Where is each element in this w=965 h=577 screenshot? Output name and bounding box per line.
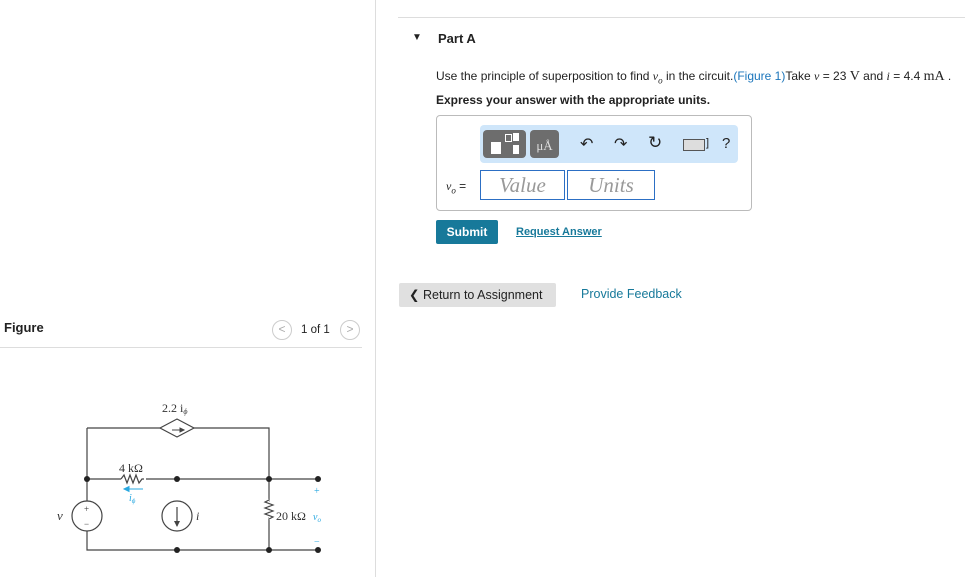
submit-button[interactable]: Submit xyxy=(436,220,498,244)
svg-text:+: + xyxy=(314,486,320,497)
reset-icon[interactable]: ↻ xyxy=(648,133,662,153)
dep-source-label: 2.2 iϕ xyxy=(162,401,187,416)
help-button[interactable]: ? xyxy=(722,135,730,152)
svg-text:−: − xyxy=(314,537,320,548)
bracket-glyph: ] xyxy=(706,137,710,149)
dependent-current-source xyxy=(158,418,196,438)
figure-pager: 1 of 1 xyxy=(301,324,330,336)
i-label: i xyxy=(196,509,199,523)
i-phi-label: iϕ xyxy=(129,493,136,505)
collapse-triangle-icon: ▼ xyxy=(412,32,422,43)
figure-divider xyxy=(0,347,362,348)
v-label: v xyxy=(57,508,63,523)
chevron-left-icon: ❮ xyxy=(409,288,420,302)
instruction-text: Express your answer with the appropriate… xyxy=(436,93,711,107)
question-text: Use the principle of superposition to fi… xyxy=(436,69,952,86)
redo-icon[interactable]: ↷ xyxy=(614,134,627,154)
prev-figure-button[interactable]: < xyxy=(272,320,292,340)
resistor-4k xyxy=(120,473,144,485)
undo-icon[interactable]: ↶ xyxy=(580,134,593,154)
figure-link[interactable]: (Figure 1) xyxy=(733,69,785,83)
value-input[interactable]: Value xyxy=(480,170,565,200)
vo-label: vo xyxy=(313,512,321,524)
next-figure-button[interactable]: > xyxy=(340,320,360,340)
i-phi-arrow xyxy=(122,485,143,493)
keyboard-icon[interactable] xyxy=(683,139,705,151)
part-title: Part A xyxy=(438,31,476,46)
part-a-header[interactable]: ▼ Part A xyxy=(398,18,965,58)
units-button[interactable]: μÅ xyxy=(530,130,559,158)
answer-label: vo = xyxy=(446,179,467,196)
panel-divider xyxy=(375,0,376,577)
svg-text:+: + xyxy=(84,504,89,514)
request-answer-link[interactable]: Request Answer xyxy=(516,226,602,238)
figure-title: Figure xyxy=(4,320,44,335)
r1-label: 4 kΩ xyxy=(119,461,143,475)
templates-button[interactable] xyxy=(483,130,526,158)
wires xyxy=(86,427,318,551)
return-to-assignment-button[interactable]: ❮ Return to Assignment xyxy=(399,283,556,307)
math-toolbar: μÅ ↶ ↷ ↻ ] ? xyxy=(480,125,738,163)
svg-text:−: − xyxy=(84,519,89,529)
r2-label: 20 kΩ xyxy=(276,509,306,523)
circuit-diagram: 2.2 iϕ 4 kΩ iϕ v + − i 20 kΩ vo + − xyxy=(57,401,321,553)
provide-feedback-link[interactable]: Provide Feedback xyxy=(581,287,682,301)
units-input[interactable]: Units xyxy=(567,170,655,200)
